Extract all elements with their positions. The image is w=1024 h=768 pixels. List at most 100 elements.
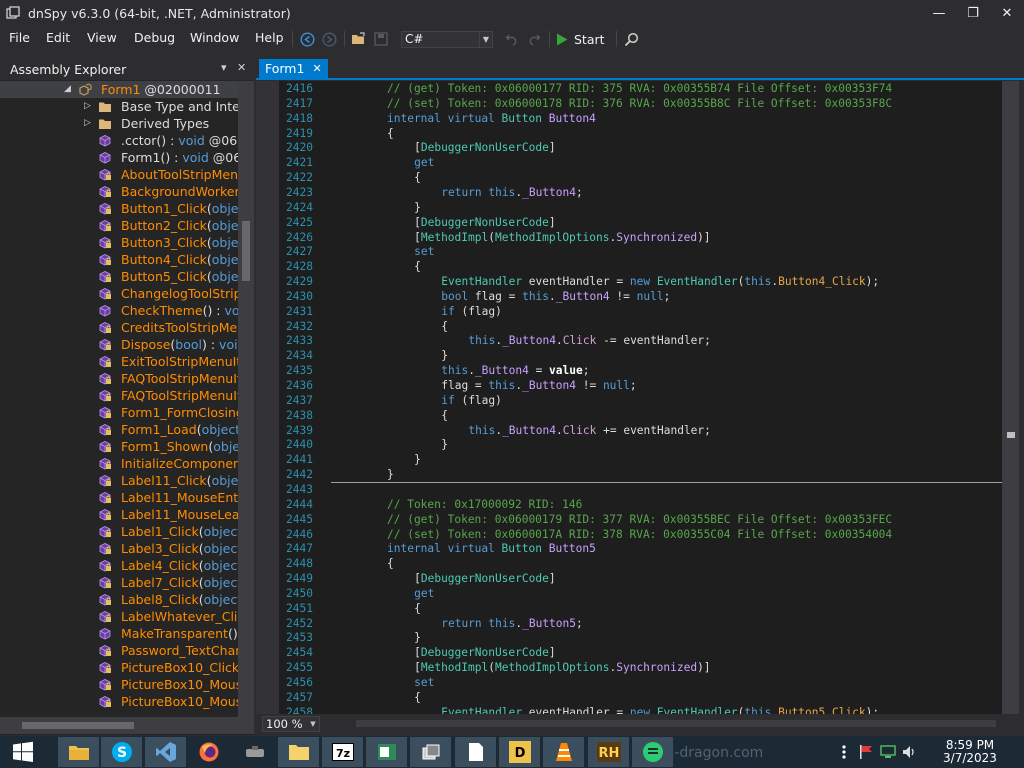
code-line[interactable]: 2456 set [279,676,1002,691]
code-line[interactable]: 2437 if (flag) [279,394,1002,409]
code-line[interactable]: 2428 { [279,260,1002,275]
rh-icon[interactable]: RH [588,737,629,767]
tree-node[interactable]: LabelWhatever_Click( [0,608,238,625]
code-line[interactable]: 2440} [279,438,1002,453]
code-line[interactable]: 2451 { [279,602,1002,617]
code-line[interactable]: 2432 { [279,320,1002,335]
tree-node[interactable]: Label11_MouseEnter [0,489,238,506]
tree-node[interactable]: InitializeComponent() [0,455,238,472]
code-line[interactable]: 2443 [279,483,1002,498]
tree-node[interactable]: Label11_Click(object, [0,472,238,489]
visual-studio-icon[interactable] [145,737,186,767]
code-line[interactable]: 2455 [MethodImpl(MethodImplOptions.Synchr… [279,661,1002,676]
task-view-icon[interactable] [410,737,451,767]
language-select[interactable]: C# ▼ [401,31,493,48]
code-line[interactable]: 2449 [DebuggerNonUserCode] [279,572,1002,587]
code-line[interactable]: 2423 return this._Button4; [279,186,1002,201]
undo-icon[interactable] [504,31,520,47]
minimize-button[interactable]: — [922,0,956,27]
panel-menu-icon[interactable]: ▾ [221,61,227,74]
tree-node[interactable]: Button1_Click(object, [0,200,238,217]
chat-icon[interactable] [632,737,673,767]
tree-node[interactable]: Password_TextChang [0,642,238,659]
app-icon[interactable] [366,737,407,767]
expanded-arrow-icon[interactable]: ◢ [64,81,71,98]
code-line[interactable]: 2439 this._Button4.Click += eventHandler; [279,424,1002,439]
tree-node[interactable]: CreditsToolStripMenu [0,319,238,336]
skype-icon[interactable]: S [101,737,142,767]
code-line[interactable]: 2446 // (set) Token: 0x0600017A RID: 378 … [279,528,1002,543]
volume-icon[interactable] [902,744,918,760]
tree-node[interactable]: ExitToolStripMenuIte [0,353,238,370]
zoom-select[interactable]: 100 % ▼ [262,716,320,732]
tree-node[interactable]: Button3_Click(object, [0,234,238,251]
menu-window[interactable]: Window [190,30,239,45]
tree-node[interactable]: Button2_Click(object, [0,217,238,234]
tool-icon[interactable] [234,737,275,767]
menu-help[interactable]: Help [255,30,284,45]
code-line[interactable]: 2453} [279,631,1002,646]
code-line[interactable]: 2416 // (get) Token: 0x06000177 RID: 375 … [279,82,1002,97]
maximize-button[interactable]: ❐ [956,0,990,27]
code-line[interactable]: 2420 [DebuggerNonUserCode] [279,141,1002,156]
tree-node[interactable]: Form1_Load(object, [0,421,238,438]
tree-node[interactable]: AboutToolStripMenuI [0,166,238,183]
tree-node[interactable]: Label11_MouseLeave [0,506,238,523]
editor-horizontal-scrollbar[interactable] [356,720,996,727]
code-line[interactable]: 2424} [279,201,1002,216]
tree-horizontal-scrollbar[interactable] [0,717,254,734]
tree-node[interactable]: ◢ Form1 @02000011 [0,81,238,98]
scrollbar-thumb[interactable] [22,722,134,729]
scrollbar-thumb[interactable] [1007,432,1015,438]
editor-vertical-scrollbar[interactable] [1002,81,1019,714]
code-editor[interactable]: 2416 // (get) Token: 0x06000177 RID: 375 … [279,81,1002,714]
code-line[interactable]: 2418 internal virtual Button Button4 [279,112,1002,127]
code-line[interactable]: 2447 internal virtual Button Button5 [279,542,1002,557]
code-line[interactable]: 2435 this._Button4 = value; [279,364,1002,379]
tree-node[interactable]: FAQToolStripMenuIte [0,370,238,387]
folder-icon[interactable] [278,737,319,767]
tab-form1[interactable]: Form1 ✕ [259,59,328,78]
file-explorer-icon[interactable] [58,737,99,767]
collapsed-arrow-icon[interactable]: ▷ [84,115,91,132]
assembly-tree[interactable]: ◢ Form1 @02000011 ▷ Base Type and Interf ▷ De… [0,81,238,717]
more-options-icon[interactable] [836,744,852,760]
tree-node[interactable]: BackgroundWorker1_ [0,183,238,200]
menu-file[interactable]: File [9,30,30,45]
navigate-back-icon[interactable] [299,31,315,47]
tree-node[interactable]: MakeTransparent() : [0,625,238,642]
code-line[interactable]: 2442} [279,468,1002,483]
menu-view[interactable]: View [87,30,117,45]
code-line[interactable]: 2429 EventHandler eventHandler = new Even… [279,275,1002,290]
tree-node[interactable]: CheckTheme() : void [0,302,238,319]
code-line[interactable]: 2422 { [279,171,1002,186]
system-clock[interactable]: 8:59 PM 3/7/2023 [942,739,998,765]
tree-node[interactable]: PictureBox10_Mousel [0,676,238,693]
scrollbar-thumb[interactable] [242,221,250,281]
network-icon[interactable] [880,744,896,760]
code-line[interactable]: 2426 [MethodImpl(MethodImplOptions.Synchr… [279,231,1002,246]
code-line[interactable]: 2457 { [279,691,1002,706]
tree-node[interactable]: Label3_Click(object, E [0,540,238,557]
tree-node[interactable]: Form1_FormClosing(o [0,404,238,421]
code-line[interactable]: 2419 { [279,127,1002,142]
tree-node[interactable]: FAQToolStripMenuIte [0,387,238,404]
tree-node[interactable]: ▷ Base Type and Interf [0,98,238,115]
close-window-button[interactable]: ✕ [990,0,1024,27]
code-line[interactable]: 2436 flag = this._Button4 != null; [279,379,1002,394]
tree-node[interactable]: Label4_Click(object, E [0,557,238,574]
document-icon[interactable] [455,737,496,767]
code-line[interactable]: 2450 get [279,587,1002,602]
start-debugging-button[interactable]: Start [556,29,605,49]
windows-start-icon[interactable] [2,737,43,767]
7zip-icon[interactable]: 7z [322,737,363,767]
code-line[interactable]: 2454 [DebuggerNonUserCode] [279,646,1002,661]
code-line[interactable]: 2425 [DebuggerNonUserCode] [279,216,1002,231]
tree-node[interactable]: Label7_Click(object, E [0,574,238,591]
tree-node[interactable]: Form1() : void @0600 [0,149,238,166]
tree-node[interactable]: ChangelogToolStripM [0,285,238,302]
code-line[interactable]: 2458 EventHandler eventHandler = new Even… [279,706,1002,714]
tree-node[interactable]: Button4_Click(object, [0,251,238,268]
code-line[interactable]: 2433 this._Button4.Click -= eventHandler; [279,334,1002,349]
flag-icon[interactable] [858,744,874,760]
